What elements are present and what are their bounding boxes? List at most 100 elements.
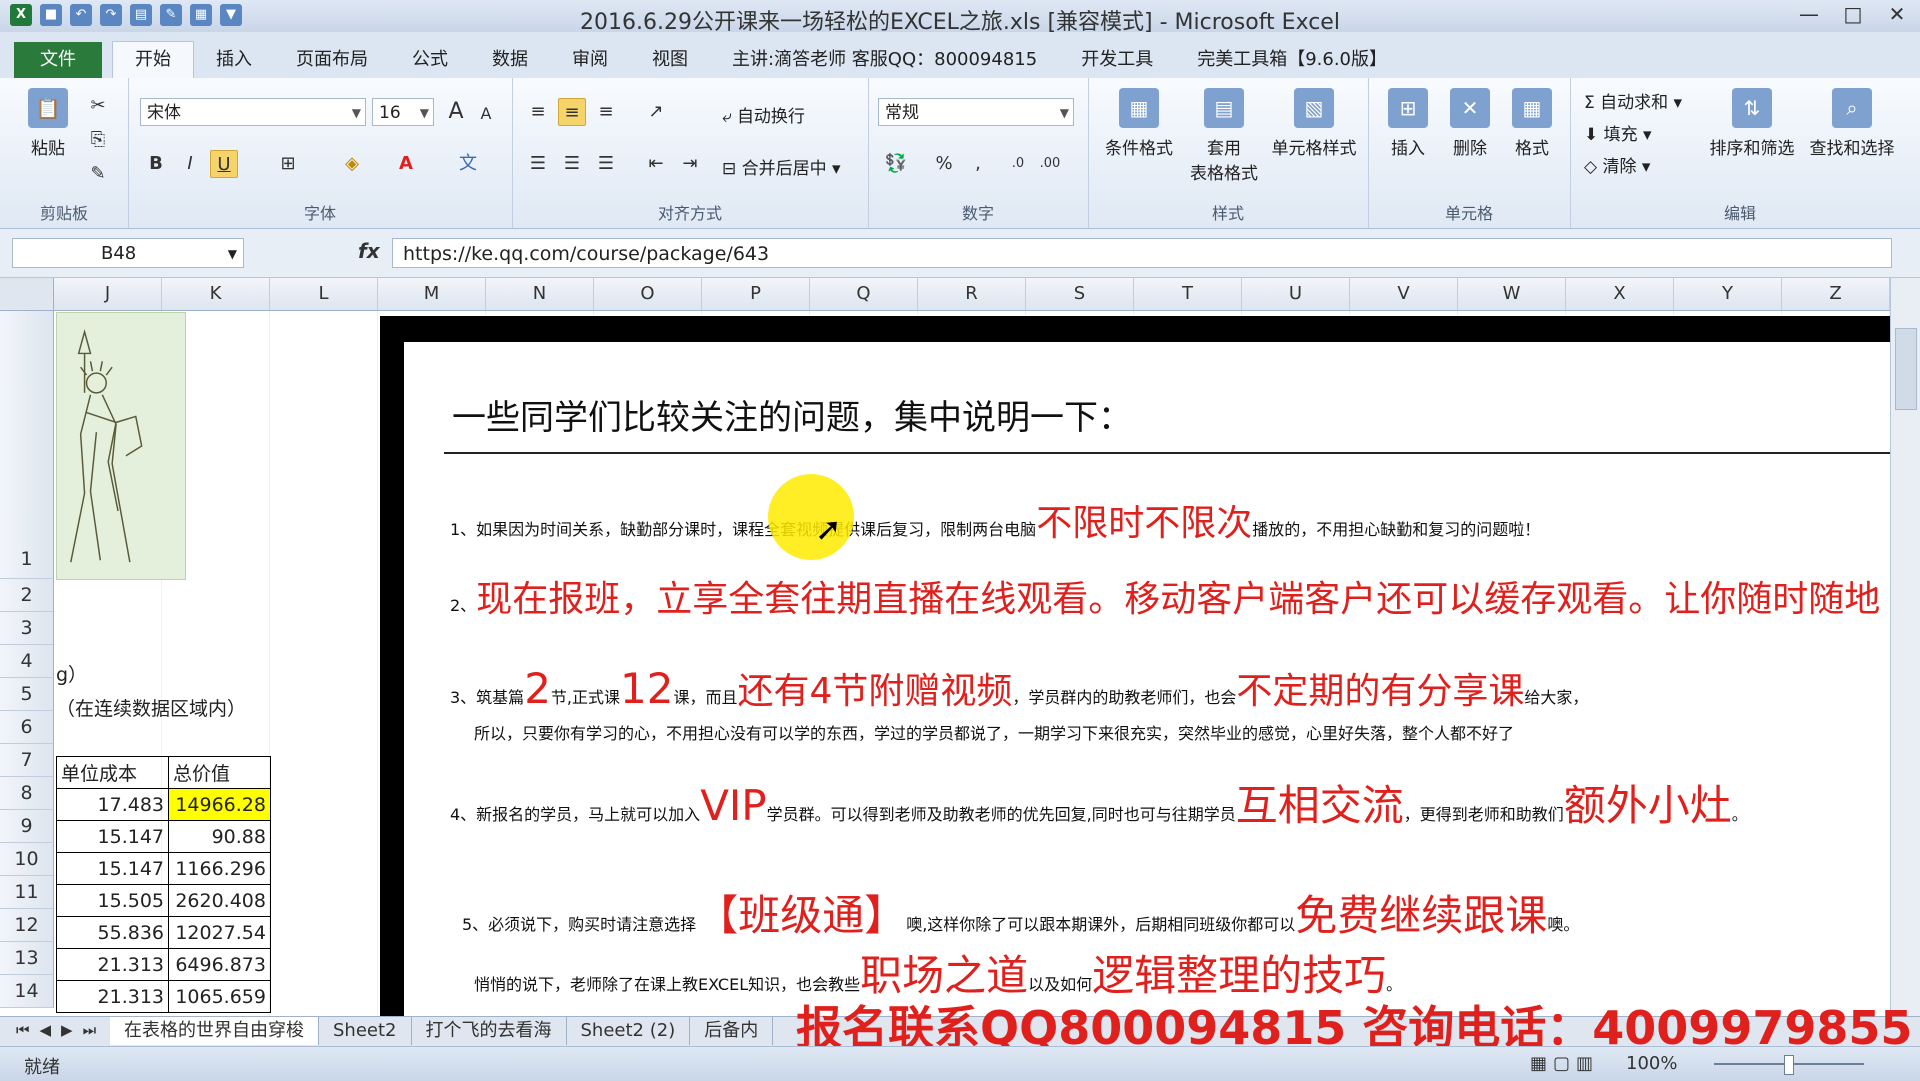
conditional-format-button[interactable]: ▦ 条件格式 (1094, 88, 1184, 159)
column-header-o[interactable]: O (594, 278, 702, 310)
column-header-u[interactable]: U (1242, 278, 1350, 310)
scrollbar-thumb[interactable] (1895, 328, 1917, 410)
cell-unit-cost[interactable]: 55.836 (56, 916, 169, 949)
column-header-j[interactable]: J (54, 278, 162, 310)
page-layout-view-icon[interactable]: ▢ (1553, 1053, 1570, 1074)
column-header-x[interactable]: X (1566, 278, 1674, 310)
row-header-13[interactable]: 13 (0, 942, 54, 975)
row-header-14[interactable]: 14 (0, 975, 54, 1008)
find-select-button[interactable]: ⌕ 查找和选择 (1802, 88, 1902, 159)
sheet-tab-5[interactable]: 后备内 (690, 1017, 774, 1045)
underline-button[interactable]: U (210, 150, 238, 178)
statue-of-liberty-image[interactable] (56, 312, 186, 580)
row-header-9[interactable]: 9 (0, 810, 54, 843)
row-header-10[interactable]: 10 (0, 843, 54, 876)
cell-unit-cost[interactable]: 15.505 (56, 884, 169, 917)
column-header-y[interactable]: Y (1674, 278, 1782, 310)
insert-cells-button[interactable]: ⊞ 插入 (1378, 88, 1438, 159)
autosum-button[interactable]: Σ 自动求和 ▾ (1584, 88, 1682, 113)
font-color-icon[interactable]: A (392, 150, 420, 178)
close-button[interactable]: ✕ (1882, 2, 1912, 26)
decrease-indent-icon[interactable]: ⇤ (642, 150, 670, 178)
column-header-w[interactable]: W (1458, 278, 1566, 310)
insert-function-button[interactable]: fx (358, 239, 380, 263)
sheet-tab-3[interactable]: 打个飞的去看海 (412, 1017, 567, 1045)
wrap-text-button[interactable]: ⤶ 自动换行 (722, 102, 805, 127)
zoom-slider-knob[interactable] (1784, 1055, 1794, 1075)
column-header-m[interactable]: M (378, 278, 486, 310)
merge-center-button[interactable]: ⊟ 合并后居中 ▾ (722, 154, 841, 179)
row-header-1[interactable]: 1 (0, 311, 54, 579)
zoom-level[interactable]: 100% (1626, 1053, 1677, 1074)
row-header-11[interactable]: 11 (0, 876, 54, 909)
normal-view-icon[interactable]: ▦ (1530, 1053, 1547, 1074)
tab-data[interactable]: 数据 (470, 42, 550, 78)
row-header-4[interactable]: 4 (0, 645, 54, 678)
orientation-icon[interactable]: ↗ (642, 98, 670, 126)
border-icon[interactable]: ⊞ (274, 150, 302, 178)
tab-developer[interactable]: 开发工具 (1059, 42, 1175, 78)
embedded-slide[interactable]: 一些同学们比较关注的问题，集中说明一下： 1、如果因为时间关系，缺勤部分课时，课… (404, 342, 1890, 1016)
cell-unit-cost[interactable]: 15.147 (56, 820, 169, 853)
cell-styles-button[interactable]: ▧ 单元格样式 (1264, 88, 1364, 159)
format-as-table-button[interactable]: ▤ 套用 表格格式 (1184, 88, 1264, 184)
cell-total-value[interactable]: 6496.873 (168, 948, 271, 981)
bold-button[interactable]: B (142, 150, 170, 178)
format-painter-icon[interactable]: ✎ (84, 160, 112, 188)
minimize-button[interactable]: — (1794, 2, 1824, 26)
column-header-v[interactable]: V (1350, 278, 1458, 310)
align-center-icon[interactable]: ☰ (558, 150, 586, 178)
cut-icon[interactable]: ✂ (84, 92, 112, 120)
copy-icon[interactable]: ⎘ (84, 126, 112, 154)
tab-insert[interactable]: 插入 (194, 42, 274, 78)
cell-total-value[interactable]: 2620.408 (168, 884, 271, 917)
select-all-corner[interactable] (0, 278, 54, 310)
cell-unit-cost[interactable]: 17.483 (56, 788, 169, 821)
number-format-combo[interactable]: 常规 ▼ (878, 98, 1074, 126)
column-header-p[interactable]: P (702, 278, 810, 310)
cell-unit-cost[interactable]: 21.313 (56, 948, 169, 981)
tab-page-layout[interactable]: 页面布局 (274, 42, 390, 78)
italic-button[interactable]: I (176, 150, 204, 178)
percent-button[interactable]: % (930, 150, 958, 178)
cell-total-value[interactable]: 12027.54 (168, 916, 271, 949)
row-header-6[interactable]: 6 (0, 711, 54, 744)
delete-cells-button[interactable]: ✕ 删除 (1440, 88, 1500, 159)
cell-unit-cost[interactable]: 15.147 (56, 852, 169, 885)
cell-j4[interactable]: g） (56, 660, 87, 687)
row-header-8[interactable]: 8 (0, 777, 54, 810)
header-total-value[interactable]: 总价值 (168, 756, 271, 789)
sheet-tab-2[interactable]: Sheet2 (319, 1017, 412, 1045)
column-header-t[interactable]: T (1134, 278, 1242, 310)
align-left-icon[interactable]: ☰ (524, 150, 552, 178)
align-bottom-icon[interactable]: ≡ (592, 98, 620, 126)
row-header-3[interactable]: 3 (0, 612, 54, 645)
row-header-5[interactable]: 5 (0, 678, 54, 711)
column-header-l[interactable]: L (270, 278, 378, 310)
increase-decimal-icon[interactable]: .0 (1004, 150, 1032, 178)
column-header-r[interactable]: R (918, 278, 1026, 310)
align-middle-icon[interactable]: ≡ (558, 98, 586, 126)
header-unit-cost[interactable]: 单位成本 (56, 756, 169, 789)
clear-button[interactable]: ◇ 清除 ▾ (1584, 152, 1650, 177)
cell-unit-cost[interactable]: 21.313 (56, 980, 169, 1013)
cell-total-value[interactable]: 14966.28 (168, 788, 271, 821)
align-top-icon[interactable]: ≡ (524, 98, 552, 126)
maximize-button[interactable]: □ (1838, 2, 1868, 26)
tab-custom-info[interactable]: 主讲:滴答老师 客服QQ：800094815 (710, 42, 1059, 78)
row-header-2[interactable]: 2 (0, 579, 54, 612)
name-box[interactable]: B48 ▼ (12, 238, 244, 268)
column-header-n[interactable]: N (486, 278, 594, 310)
cell-total-value[interactable]: 90.88 (168, 820, 271, 853)
column-header-z[interactable]: Z (1782, 278, 1890, 310)
comma-button[interactable]: , (964, 150, 992, 178)
shrink-font-button[interactable]: A (472, 100, 500, 128)
paste-button[interactable]: 📋 粘贴 (18, 88, 78, 159)
currency-icon[interactable]: 💱 (882, 150, 910, 178)
row-header-12[interactable]: 12 (0, 909, 54, 942)
formula-input[interactable]: https://ke.qq.com/course/package/643 (392, 238, 1892, 268)
cell-total-value[interactable]: 1065.659 (168, 980, 271, 1013)
format-cells-button[interactable]: ▦ 格式 (1502, 88, 1562, 159)
sheet-nav-arrows-icon[interactable]: ⏮◀▶⏭ (16, 1021, 106, 1039)
font-name-combo[interactable]: 宋体 ▼ (140, 98, 366, 126)
